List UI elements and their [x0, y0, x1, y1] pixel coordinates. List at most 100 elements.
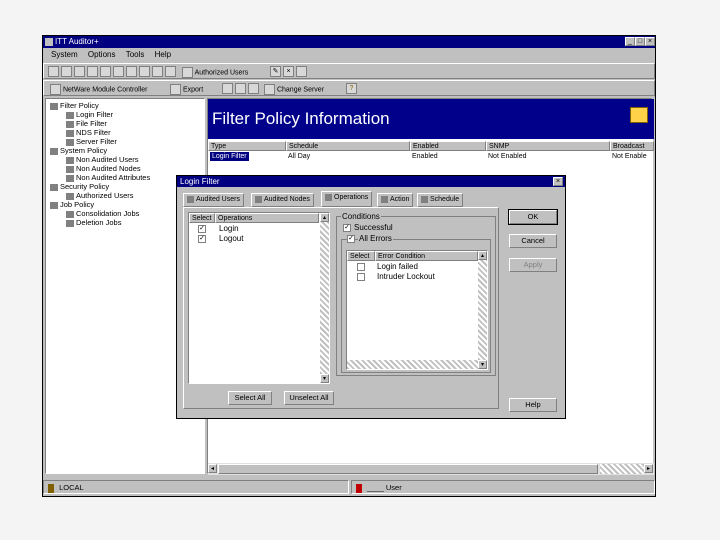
menu-tools[interactable]: Tools	[126, 50, 145, 59]
toolbar-top: Authorized Users ✎ ×	[43, 63, 655, 79]
operations-scrollbar[interactable]: ▴ ▾	[320, 213, 329, 383]
column-header-snmp[interactable]: SNMP	[486, 141, 610, 151]
network-icon[interactable]	[222, 83, 233, 94]
tree-item-file-filter[interactable]: File Filter	[66, 119, 107, 128]
conditions-header-select[interactable]: Select	[347, 251, 375, 261]
delete-icon[interactable]: ×	[283, 66, 294, 77]
edit-icon[interactable]: ✎	[270, 66, 281, 77]
dialog-title-bar: Login Filter ×	[177, 176, 565, 187]
change-server-button[interactable]: Change Server	[264, 84, 324, 95]
tree-item-deletion-jobs[interactable]: Deletion Jobs	[66, 218, 121, 227]
scroll-down-icon[interactable]: ▾	[320, 374, 329, 383]
authorized-users-button[interactable]: Authorized Users	[182, 67, 248, 78]
tree-item-server-filter[interactable]: Server Filter	[66, 137, 117, 146]
column-header-schedule[interactable]: Schedule	[286, 141, 410, 151]
scroll-left-icon[interactable]: ◂	[208, 464, 217, 473]
tab-schedule[interactable]: Schedule	[417, 193, 464, 207]
tree-item-authorized-users[interactable]: Authorized Users	[66, 191, 134, 200]
column-header-broadcast[interactable]: Broadcast	[610, 141, 654, 151]
export-icon	[170, 84, 181, 95]
operations-list: Select Operations ✓ Login ✓ Logout ▴ ▾	[188, 212, 330, 384]
menu-bar: System Options Tools Help	[43, 49, 655, 61]
apply-button[interactable]: Apply	[509, 258, 557, 272]
operations-icon	[325, 193, 332, 201]
select-all-button[interactable]: Select All	[228, 391, 272, 405]
users-icon	[66, 156, 74, 164]
all-errors-checkbox[interactable]: ✓	[347, 235, 355, 243]
tab-audited-nodes[interactable]: Audited Nodes	[251, 193, 314, 207]
folder-icon	[50, 102, 58, 110]
key-icon[interactable]	[235, 83, 246, 94]
tree-item-non-audited-attributes[interactable]: Non Audited Attributes	[66, 173, 150, 182]
login-failed-checkbox[interactable]	[357, 263, 365, 271]
tab-operations[interactable]: Operations	[321, 191, 373, 207]
refresh-icon[interactable]	[248, 83, 259, 94]
tab-action[interactable]: Action	[377, 193, 414, 207]
maximize-button[interactable]: □	[635, 37, 645, 46]
tool-icon-9[interactable]	[152, 66, 163, 77]
help-icon[interactable]: ?	[346, 83, 357, 94]
tree-item-consolidation-jobs[interactable]: Consolidation Jobs	[66, 209, 139, 218]
column-header-enabled[interactable]: Enabled	[410, 141, 486, 151]
operations-tab-panel: Select Operations ✓ Login ✓ Logout ▴ ▾ C…	[183, 207, 499, 409]
tool-icon-3[interactable]	[74, 66, 85, 77]
tree-item-login-filter[interactable]: Login Filter	[66, 110, 113, 119]
scroll-down-icon[interactable]: ▾	[478, 360, 487, 369]
scroll-up-icon[interactable]: ▴	[478, 251, 487, 260]
tool-icon-2[interactable]	[61, 66, 72, 77]
tree-label: Non Audited Users	[76, 155, 139, 164]
successful-label: Successful	[354, 223, 393, 232]
conditions-hscroll[interactable]	[347, 360, 478, 369]
dialog-close-button[interactable]: ×	[553, 177, 563, 186]
scroll-thumb[interactable]	[218, 464, 598, 474]
tool-icon-8[interactable]	[139, 66, 150, 77]
tree-label: Consolidation Jobs	[76, 209, 140, 218]
conditions-scrollbar[interactable]: ▴ ▾	[478, 251, 487, 369]
tree-label: Login Filter	[76, 110, 114, 119]
cancel-button[interactable]: Cancel	[509, 234, 557, 248]
minimize-button[interactable]: _	[625, 37, 635, 46]
tool-icon-1[interactable]	[48, 66, 59, 77]
menu-options[interactable]: Options	[88, 50, 116, 59]
tree-item-nds-filter[interactable]: NDS Filter	[66, 128, 111, 137]
horizontal-scrollbar[interactable]: ◂ ▸	[208, 463, 654, 475]
window-title: ITT Auditor+	[55, 37, 99, 46]
menu-system[interactable]: System	[51, 50, 78, 59]
operations-header-operations[interactable]: Operations	[215, 213, 319, 223]
server-icon	[264, 84, 275, 95]
tree-label: System Policy	[60, 146, 108, 155]
logout-checkbox[interactable]: ✓	[198, 235, 206, 243]
tool-icon-4[interactable]	[87, 66, 98, 77]
tool-icon-7[interactable]	[126, 66, 137, 77]
status-bar: LOCAL ____ User	[43, 478, 655, 496]
tab-label: Action	[390, 196, 410, 203]
tool-icon-10[interactable]	[165, 66, 176, 77]
login-checkbox[interactable]: ✓	[198, 225, 206, 233]
tool-icon-6[interactable]	[113, 66, 124, 77]
tool-icon-5[interactable]	[100, 66, 111, 77]
scroll-right-icon[interactable]: ▸	[644, 464, 653, 473]
column-header-type[interactable]: Type	[208, 141, 286, 151]
netware-module-controller-button[interactable]: NetWare Module Controller	[50, 84, 148, 95]
export-button[interactable]: Export	[170, 84, 203, 95]
scroll-up-icon[interactable]: ▴	[320, 213, 329, 222]
ok-button[interactable]: OK	[508, 209, 558, 225]
tree-item-system-policy[interactable]: System Policy	[50, 146, 107, 155]
successful-checkbox[interactable]: ✓	[343, 224, 351, 232]
tree-item-job-policy[interactable]: Job Policy	[50, 200, 94, 209]
tree-item-non-audited-nodes[interactable]: Non Audited Nodes	[66, 164, 141, 173]
close-button[interactable]: ×	[645, 37, 655, 46]
properties-icon[interactable]	[296, 66, 307, 77]
tab-audited-users[interactable]: Audited Users	[183, 193, 244, 207]
help-button[interactable]: Help	[509, 398, 557, 412]
intruder-lockout-checkbox[interactable]	[357, 273, 365, 281]
tree-item-filter-policy[interactable]: Filter Policy	[50, 101, 99, 110]
conditions-header-error[interactable]: Error Condition	[375, 251, 478, 261]
menu-help[interactable]: Help	[155, 50, 171, 59]
table-row-broadcast: Not Enable	[612, 153, 647, 160]
unselect-all-button[interactable]: Unselect All	[284, 391, 334, 405]
operations-header-select[interactable]: Select	[189, 213, 215, 223]
table-row-type[interactable]: Login Filter	[210, 152, 249, 161]
tree-item-non-audited-users[interactable]: Non Audited Users	[66, 155, 139, 164]
tree-item-security-policy[interactable]: Security Policy	[50, 182, 109, 191]
